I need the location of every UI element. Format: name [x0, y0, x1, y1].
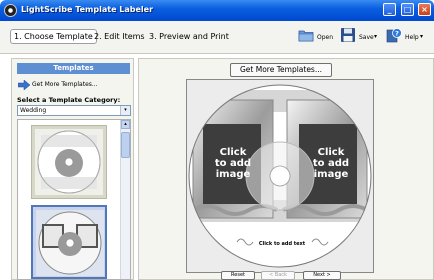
scroll-thumb[interactable]: [121, 132, 130, 158]
blue-arrow-icon: [18, 80, 30, 90]
disc-thumbnail-image: [36, 210, 104, 276]
left-image-text-line: Click: [219, 147, 247, 158]
svg-text:?: ?: [395, 29, 399, 37]
lightscribe-disc-icon: [4, 4, 17, 17]
right-image-text-line: image: [313, 169, 349, 180]
category-value: Wedding: [20, 107, 47, 114]
scroll-up-button[interactable]: ▴: [121, 120, 130, 129]
help-dropdown-icon[interactable]: ▾: [420, 33, 423, 40]
thumbnail-scrollbar[interactable]: ▴: [120, 120, 130, 279]
disc-preview-panel: Get More Templates... Click to add image…: [138, 58, 434, 280]
template-thumbnail-list[interactable]: ▴: [17, 119, 131, 280]
back-button[interactable]: < Back: [261, 271, 295, 280]
floppy-disk-icon: [341, 28, 355, 42]
save-button[interactable]: Save ▾: [340, 27, 380, 49]
left-image-text-line: to add: [214, 158, 252, 169]
open-label: Open: [317, 34, 334, 41]
folder-icon: [298, 30, 314, 42]
minimize-button[interactable]: _: [383, 3, 396, 16]
right-image-text-line: to add: [312, 158, 350, 169]
template-panel: Templates Get More Templates... Select a…: [11, 58, 134, 280]
disc-thumbnail-image: [35, 129, 103, 195]
left-image-text-line: image: [215, 169, 251, 180]
window-title: LightScribe Template Labeler: [21, 5, 154, 14]
step-preview-and-print[interactable]: 3. Preview and Print: [149, 32, 229, 41]
help-label: Help: [405, 34, 419, 41]
help-button[interactable]: ? Help ▾: [386, 27, 426, 49]
title-bar: LightScribe Template Labeler _ □ ×: [0, 0, 434, 21]
open-button[interactable]: Open: [298, 27, 334, 49]
right-image-text-line: Click: [317, 147, 345, 158]
disc-text-placeholder[interactable]: Click to add text: [250, 241, 314, 247]
wizard-step-bar: 1. Choose Template 2. Edit Items 3. Prev…: [0, 21, 434, 54]
template-thumbnail[interactable]: [31, 125, 107, 199]
close-button[interactable]: ×: [418, 3, 431, 16]
maximize-button[interactable]: □: [401, 3, 414, 16]
step-choose-template[interactable]: 1. Choose Template: [10, 29, 97, 44]
left-image-placeholder[interactable]: Click to add image: [205, 147, 261, 180]
chevron-down-icon[interactable]: ▾: [120, 106, 130, 115]
save-dropdown-icon[interactable]: ▾: [374, 33, 377, 40]
right-image-placeholder[interactable]: Click to add image: [303, 147, 359, 180]
templates-panel-header: Templates: [17, 63, 130, 74]
category-select[interactable]: Wedding ▾: [17, 105, 131, 116]
help-icon: ?: [386, 28, 402, 43]
template-thumbnail-selected[interactable]: [31, 205, 107, 279]
step-edit-items[interactable]: 2. Edit Items: [94, 32, 145, 41]
next-button[interactable]: Next >: [303, 271, 341, 280]
get-more-templates-label: Get More Templates...: [32, 81, 98, 88]
get-more-templates-button[interactable]: Get More Templates...: [230, 63, 332, 77]
category-label: Select a Template Category:: [17, 96, 121, 104]
reset-button[interactable]: Reset: [221, 271, 255, 280]
save-label: Save: [359, 34, 374, 41]
